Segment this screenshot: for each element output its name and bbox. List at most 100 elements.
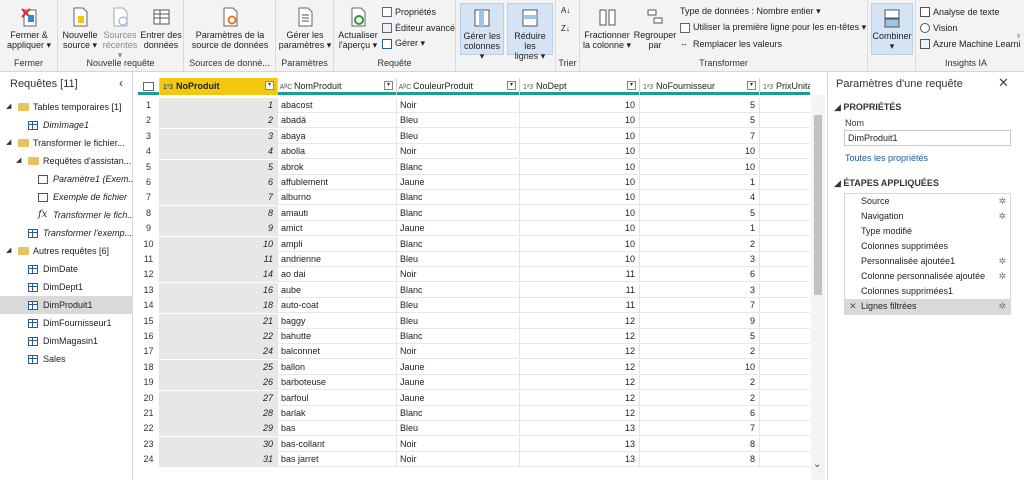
expand-toggle-icon[interactable]: ◢: [6, 134, 11, 152]
column-type-icon[interactable]: 1²3: [160, 79, 176, 95]
use-first-row-headers-button[interactable]: Utiliser la première ligne pour les en-t…: [680, 21, 866, 34]
column-header[interactable]: 1²3PrixUnitaire: [760, 78, 810, 95]
table-cell[interactable]: barfoul: [278, 390, 397, 406]
table-cell[interactable]: 16: [160, 282, 278, 298]
table-cell[interactable]: Noir: [397, 344, 520, 360]
table-cell[interactable]: 29: [160, 421, 278, 437]
table-cell[interactable]: 12: [520, 359, 640, 375]
table-cell[interactable]: ballon: [278, 359, 397, 375]
column-header[interactable]: AᴮC CouleurProduit ▾: [397, 78, 520, 95]
table-cell[interactable]: 10: [520, 205, 640, 221]
row-number[interactable]: 22: [138, 421, 160, 437]
table-cell[interactable]: amict: [278, 221, 397, 237]
column-header[interactable]: 1²3 NoDept ▾: [520, 78, 640, 95]
table-cell[interactable]: [760, 113, 810, 128]
row-number[interactable]: 2: [138, 113, 160, 129]
split-column-button[interactable]: Fractionner la colonne ▾: [582, 3, 632, 50]
table-cell[interactable]: [760, 144, 810, 159]
table-cell[interactable]: [760, 267, 810, 282]
table-cell[interactable]: 10: [520, 190, 640, 206]
recent-sources-button[interactable]: Sources récentes ▾: [100, 3, 140, 60]
table-row[interactable]: 24 31 bas jarret Noir 13 8: [138, 452, 810, 468]
table-cell[interactable]: 13: [520, 452, 640, 468]
row-number[interactable]: 3: [138, 128, 160, 144]
table-row[interactable]: 20 27 barfoul Jaune 12 2: [138, 390, 810, 406]
table-cell[interactable]: 12: [520, 375, 640, 391]
query-tree-item[interactable]: fx Transformer le fich...: [0, 206, 133, 224]
table-cell[interactable]: 7: [640, 128, 760, 144]
table-cell[interactable]: 2: [640, 390, 760, 406]
table-cell[interactable]: 1: [160, 98, 278, 113]
table-cell[interactable]: Noir: [397, 144, 520, 160]
table-cell[interactable]: 10: [640, 359, 760, 375]
row-number[interactable]: 8: [138, 205, 160, 221]
table-cell[interactable]: [760, 98, 810, 113]
table-cell[interactable]: 14: [160, 267, 278, 283]
table-cell[interactable]: 9: [160, 221, 278, 237]
replace-values-button[interactable]: ↔ Remplacer les valeurs: [680, 37, 782, 50]
table-cell[interactable]: bas: [278, 421, 397, 437]
table-cell[interactable]: 13: [520, 436, 640, 452]
table-cell[interactable]: 10: [520, 144, 640, 160]
table-cell[interactable]: abrok: [278, 159, 397, 175]
column-filter-dropdown-icon[interactable]: ▾: [384, 81, 393, 90]
applied-step[interactable]: Source ✲: [845, 194, 1010, 209]
query-tree-item[interactable]: Exemple de fichier: [0, 188, 133, 206]
row-number[interactable]: 18: [138, 359, 160, 375]
table-cell[interactable]: 10: [520, 175, 640, 190]
table-row[interactable]: 10 10 ampli Blanc 10 2: [138, 236, 810, 252]
table-cell[interactable]: amauti: [278, 205, 397, 221]
table-cell[interactable]: 1: [640, 175, 760, 190]
table-cell[interactable]: balconnet: [278, 344, 397, 360]
row-number[interactable]: 7: [138, 190, 160, 206]
table-row[interactable]: 7 7 alburno Blanc 10 4: [138, 190, 810, 206]
table-cell[interactable]: 26: [160, 375, 278, 391]
table-cell[interactable]: Blanc: [397, 205, 520, 221]
query-tree-item[interactable]: DimFournisseur1: [0, 314, 133, 332]
advanced-editor-button[interactable]: Éditeur avancé: [382, 21, 455, 34]
query-tree-item[interactable]: DimProduit1: [0, 296, 133, 314]
table-row[interactable]: 17 24 balconnet Noir 12 2: [138, 344, 810, 360]
ribbon-scroll-right-icon[interactable]: ›: [1017, 30, 1020, 40]
table-cell[interactable]: Blanc: [397, 282, 520, 298]
row-number[interactable]: 13: [138, 282, 160, 298]
table-row[interactable]: 21 28 barlak Blanc 12 6: [138, 406, 810, 421]
row-number[interactable]: 4: [138, 144, 160, 160]
row-number[interactable]: 5: [138, 159, 160, 175]
table-cell[interactable]: 11: [520, 298, 640, 314]
table-row[interactable]: 9 9 amict Jaune 10 1: [138, 221, 810, 237]
table-cell[interactable]: 28: [160, 406, 278, 421]
close-apply-button[interactable]: Fermer & appliquer ▾: [3, 3, 55, 50]
column-type-icon[interactable]: 1²3: [760, 79, 776, 95]
query-tree-item[interactable]: ◢ Transformer le fichier...: [0, 134, 133, 152]
step-settings-gear-icon[interactable]: ✲: [998, 209, 1006, 224]
expand-toggle-icon[interactable]: ◢: [6, 98, 11, 116]
table-cell[interactable]: Jaune: [397, 175, 520, 190]
table-cell[interactable]: 3: [160, 128, 278, 144]
table-cell[interactable]: 27: [160, 390, 278, 406]
manage-button[interactable]: Gérer ▾: [382, 37, 425, 50]
table-cell[interactable]: 8: [640, 436, 760, 452]
table-cell[interactable]: 10: [160, 236, 278, 252]
query-tree-item[interactable]: ◢ Requêtes d'assistan...: [0, 152, 133, 170]
table-cell[interactable]: 10: [520, 236, 640, 252]
table-cell[interactable]: [760, 452, 810, 467]
table-row[interactable]: 19 26 barboteuse Jaune 12 2: [138, 375, 810, 391]
table-cell[interactable]: Bleu: [397, 128, 520, 144]
table-cell[interactable]: [760, 421, 810, 436]
row-number[interactable]: 9: [138, 221, 160, 237]
column-header[interactable]: 1²3 NoProduit ▾: [160, 78, 278, 95]
column-type-icon[interactable]: 1²3: [640, 79, 656, 95]
azure-ml-button[interactable]: Azure Machine Learni: [920, 37, 1021, 50]
new-source-button[interactable]: Nouvelle source ▾: [60, 3, 100, 50]
grid-vertical-scrollbar[interactable]: ⌄: [811, 95, 825, 480]
expand-toggle-icon[interactable]: ◢: [6, 242, 11, 260]
properties-section[interactable]: ◢ PROPRIÉTÉS: [834, 102, 901, 113]
table-row[interactable]: 13 16 aube Blanc 11 3: [138, 282, 810, 298]
step-settings-gear-icon[interactable]: ✲: [998, 299, 1006, 314]
table-cell[interactable]: Blanc: [397, 329, 520, 344]
table-cell[interactable]: [760, 283, 810, 298]
table-cell[interactable]: Jaune: [397, 390, 520, 406]
column-type-icon[interactable]: AᴮC: [278, 79, 294, 95]
sort-ascending-button[interactable]: A↓: [561, 4, 570, 17]
